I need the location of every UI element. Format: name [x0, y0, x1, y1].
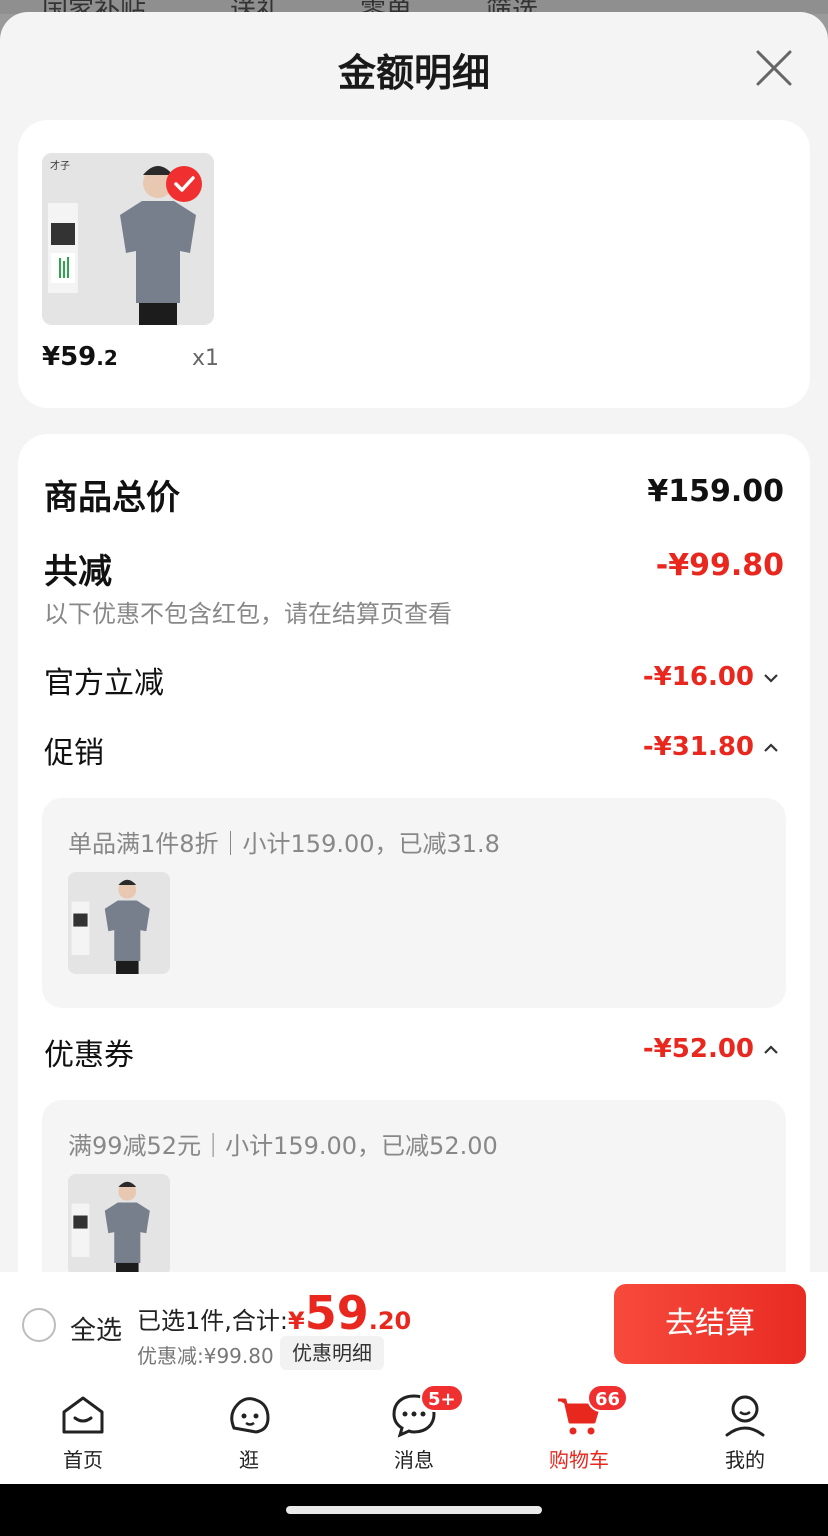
promotion-toggle[interactable]: -¥31.80	[643, 732, 780, 762]
total-reduce-label: 共减	[44, 552, 112, 592]
coupon-product-thumb[interactable]	[68, 1174, 170, 1276]
select-all-label[interactable]: 全选	[70, 1310, 122, 1347]
item-price-decimal: .2	[96, 346, 118, 370]
tab-label: 首页	[63, 1448, 103, 1472]
total-integer: 59	[304, 1286, 369, 1340]
promotion-label: 促销	[44, 736, 104, 771]
home-icon	[62, 1396, 104, 1434]
close-button[interactable]	[754, 48, 794, 88]
tab-label: 我的	[725, 1448, 765, 1472]
chevron-down-icon	[764, 673, 778, 683]
chevron-up-icon	[764, 1044, 778, 1054]
checkout-button[interactable]: 去结算	[614, 1284, 806, 1364]
discount-detail-button[interactable]: 优惠明细	[280, 1336, 384, 1370]
svg-text:才子: 才子	[50, 159, 70, 172]
close-icon	[756, 50, 792, 86]
bottom-tab-bar: 首页 逛 5+ 消息 66 购物车 我的	[0, 1378, 828, 1484]
reduce-note: 以下优惠不包含红包，请在结算页查看	[44, 600, 452, 628]
amount-detail-sheet: 金额明细 才子 ¥59.2 x1 商品总价 ¥159.00 共减 -¥99.80…	[0, 12, 828, 1376]
official-discount-toggle[interactable]: -¥16.00	[643, 662, 780, 692]
tab-home[interactable]: 首页	[23, 1378, 143, 1484]
checkout-bar: 全选 已选1件,合计:¥59.20 优惠减:¥99.80 优惠明细 去结算	[0, 1272, 828, 1378]
total-reduce-value: -¥99.80	[655, 548, 784, 583]
total-price-label: 商品总价	[44, 478, 180, 518]
item-quantity: x1	[192, 346, 220, 371]
explore-icon	[230, 1397, 270, 1434]
promotion-product-thumb[interactable]	[68, 872, 170, 974]
tab-profile[interactable]: 我的	[685, 1378, 805, 1484]
coupon-value: -¥52.00	[642, 1034, 754, 1064]
item-price-main: ¥59	[42, 342, 97, 372]
tab-cart[interactable]: 66 购物车	[519, 1378, 639, 1484]
official-discount-value: -¥16.00	[642, 662, 754, 692]
official-discount-label: 官方立减	[44, 666, 164, 701]
coupon-label: 优惠券	[44, 1038, 134, 1073]
cart-badge: 66	[587, 1384, 629, 1412]
total-decimal: .20	[368, 1307, 412, 1335]
tab-explore[interactable]: 逛	[189, 1378, 309, 1484]
coupon-toggle[interactable]: -¥52.00	[643, 1034, 780, 1064]
tab-messages[interactable]: 5+ 消息	[354, 1378, 474, 1484]
chevron-up-icon	[764, 742, 778, 752]
system-gesture-area	[0, 1484, 828, 1536]
sheet-title: 金额明细	[337, 51, 490, 95]
home-indicator[interactable]	[286, 1506, 542, 1514]
breakdown-card: 商品总价 ¥159.00 共减 -¥99.80 以下优惠不包含红包，请在结算页查…	[18, 434, 810, 1376]
tab-label: 逛	[239, 1448, 259, 1472]
tab-label: 消息	[394, 1448, 434, 1472]
coupon-detail-text: 满99减52元｜小计159.00，已减52.00	[68, 1132, 498, 1160]
tab-label: 购物车	[549, 1448, 609, 1472]
message-badge: 5+	[420, 1384, 464, 1412]
selected-count-text: 已选1件,合计:	[137, 1307, 288, 1335]
select-all-radio[interactable]	[22, 1308, 56, 1342]
checkout-summary: 已选1件,合计:¥59.20	[137, 1286, 411, 1340]
shirt-model-image	[68, 1174, 170, 1276]
total-currency: ¥	[287, 1307, 305, 1335]
total-price-value: ¥159.00	[647, 474, 784, 509]
promotion-detail-text: 单品满1件8折｜小计159.00，已减31.8	[68, 830, 500, 858]
promotion-value: -¥31.80	[642, 732, 754, 762]
promotion-detail-box: 单品满1件8折｜小计159.00，已减31.8	[42, 798, 786, 1008]
selected-check-icon[interactable]	[166, 166, 202, 202]
shirt-model-image	[68, 872, 170, 974]
product-card: 才子 ¥59.2 x1	[18, 120, 810, 408]
profile-icon	[725, 1395, 765, 1437]
item-price: ¥59.2	[42, 342, 118, 372]
discount-text: 优惠减:¥99.80	[137, 1344, 274, 1368]
